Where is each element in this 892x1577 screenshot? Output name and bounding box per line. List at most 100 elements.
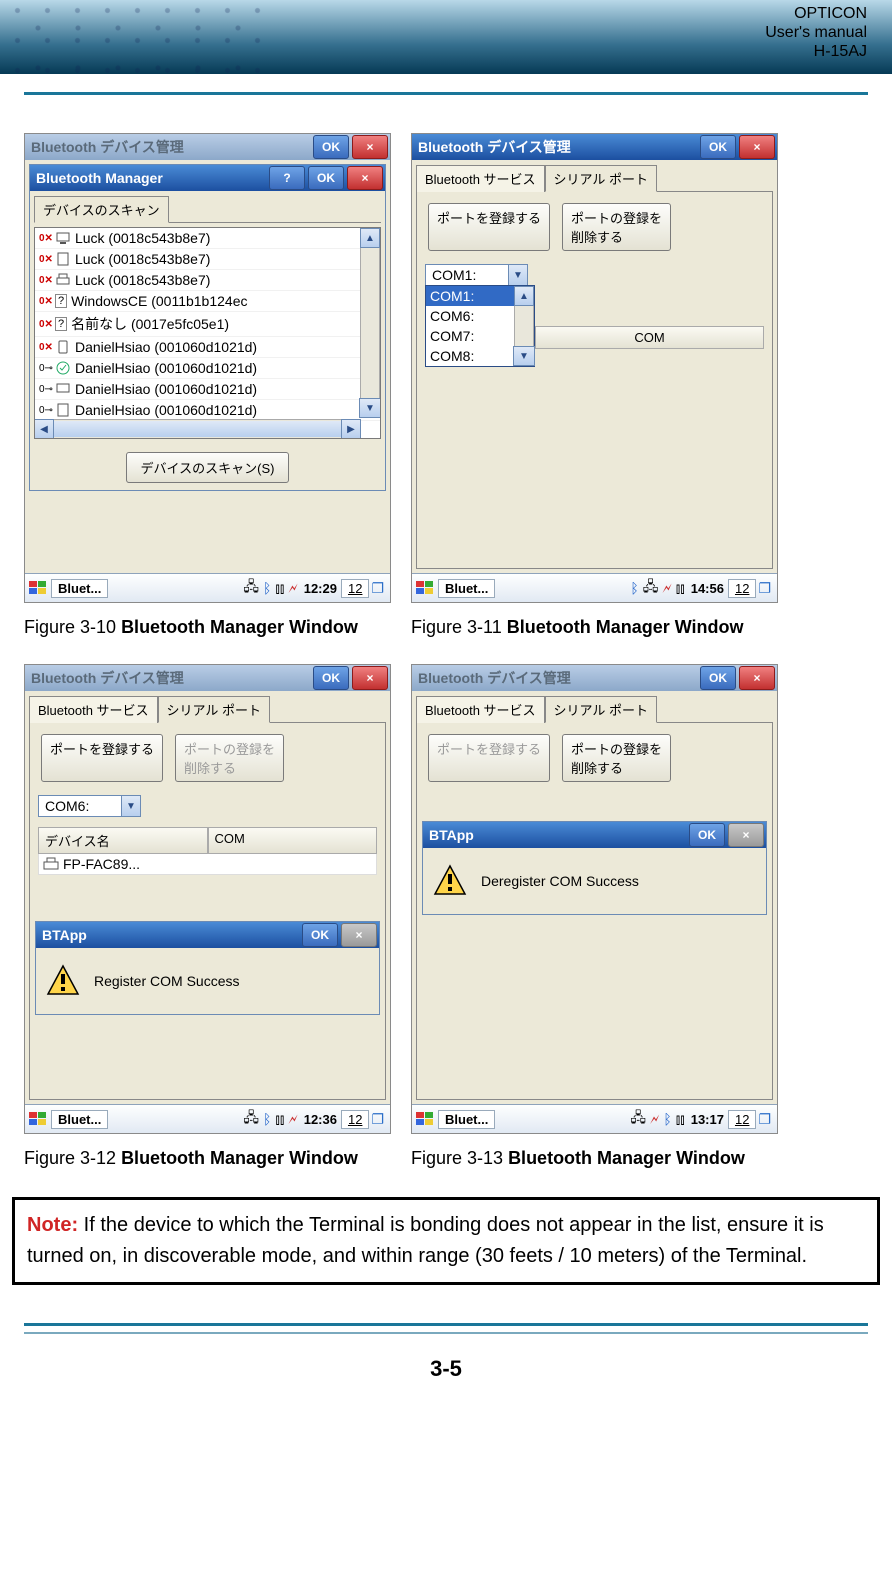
windows-flag-icon[interactable] bbox=[416, 1112, 434, 1126]
scroll-down-icon[interactable]: ▼ bbox=[359, 398, 381, 418]
desktop-icon[interactable]: ❐ bbox=[371, 1111, 384, 1128]
bluetooth-icon[interactable]: ᛒ bbox=[263, 1111, 271, 1127]
figure-3-10: Bluetooth デバイス管理 OK × Bluetooth Manager … bbox=[24, 133, 391, 603]
network-icon[interactable]: 🖧 bbox=[243, 576, 259, 600]
printer-icon bbox=[55, 272, 71, 288]
unregister-port-button[interactable]: ポートの登録を 削除する bbox=[562, 203, 671, 251]
battery-icon[interactable]: 🗲 bbox=[662, 580, 671, 597]
signal-icon[interactable]: ⫾⫾ bbox=[275, 580, 284, 597]
ok-button[interactable]: OK bbox=[313, 666, 349, 690]
taskbar: Bluet... 🖧 🗲 ᛒ ⫾⫾ 13:17 12 ❐ bbox=[412, 1104, 777, 1133]
unregister-port-button[interactable]: ポートの登録を 削除する bbox=[562, 734, 671, 782]
sip-button[interactable]: 12 bbox=[341, 1110, 369, 1129]
sip-button[interactable]: 12 bbox=[728, 1110, 756, 1129]
network-icon[interactable]: 🖧 bbox=[243, 1107, 259, 1131]
network-icon[interactable]: 🖧 bbox=[630, 1107, 646, 1131]
com-dropdown-list[interactable]: COM1: COM6: COM7: COM8: ▲ ▼ bbox=[425, 285, 535, 367]
btapp-dialog: BTApp OK × Register COM Success bbox=[35, 921, 380, 1015]
outer-titlebar: Bluetooth デバイス管理 OK × bbox=[25, 665, 390, 691]
pda-icon bbox=[55, 339, 71, 355]
warning-icon bbox=[433, 864, 467, 898]
close-button[interactable]: × bbox=[728, 823, 764, 847]
com-combobox[interactable]: COM6: ▼ bbox=[38, 795, 141, 817]
battery-icon[interactable]: 🗲 bbox=[288, 1111, 297, 1128]
windows-flag-icon[interactable] bbox=[416, 581, 434, 595]
vertical-scrollbar[interactable]: ▲ ▼ bbox=[360, 228, 380, 418]
clock[interactable]: 14:56 bbox=[691, 581, 724, 596]
tab-serial-port[interactable]: シリアル ポート bbox=[158, 696, 270, 723]
battery-icon[interactable]: 🗲 bbox=[288, 580, 297, 597]
sip-button[interactable]: 12 bbox=[728, 579, 756, 598]
scroll-up-icon[interactable]: ▲ bbox=[360, 228, 380, 248]
tab-serial-port[interactable]: シリアル ポート bbox=[545, 696, 657, 723]
device-list[interactable]: 0✕Luck (0018c543b8e7) 0✕Luck (0018c543b8… bbox=[34, 227, 381, 439]
ok-button[interactable]: OK bbox=[313, 135, 349, 159]
horizontal-scrollbar[interactable]: ◀ ▶ bbox=[35, 419, 360, 438]
figure-3-12: Bluetooth デバイス管理 OK × Bluetooth サービス シリア… bbox=[24, 664, 391, 1134]
close-button[interactable]: × bbox=[347, 166, 383, 190]
desktop-icon[interactable]: ❐ bbox=[758, 1111, 771, 1128]
list-item: 0⊸DanielHsiao (001060d1021d) bbox=[35, 379, 380, 400]
note-label: Note: bbox=[27, 1214, 78, 1236]
register-port-button: ポートを登録する bbox=[428, 734, 550, 782]
footer-rule bbox=[24, 1323, 868, 1334]
column-com: COM bbox=[535, 326, 764, 349]
windows-flag-icon[interactable] bbox=[29, 581, 47, 595]
outer-titlebar: Bluetooth デバイス管理 OK × bbox=[412, 665, 777, 691]
dialog-message: Register COM Success bbox=[94, 973, 239, 989]
clock[interactable]: 12:36 bbox=[304, 1112, 337, 1127]
signal-icon[interactable]: ⫾⫾ bbox=[676, 1111, 685, 1128]
list-item: 0⊸DanielHsiao (001060d1021d) bbox=[35, 400, 380, 421]
task-button[interactable]: Bluet... bbox=[51, 579, 108, 598]
dropdown-scrollbar[interactable]: ▲ ▼ bbox=[514, 286, 534, 366]
scan-button[interactable]: デバイスのスキャン(S) bbox=[126, 452, 290, 483]
header-text-block: OPTICON User's manual H-15AJ bbox=[765, 4, 867, 62]
page-header: OPTICON User's manual H-15AJ bbox=[0, 0, 892, 74]
register-port-button[interactable]: ポートを登録する bbox=[41, 734, 163, 782]
register-port-button[interactable]: ポートを登録する bbox=[428, 203, 550, 251]
desktop-icon[interactable]: ❐ bbox=[758, 580, 771, 597]
bluetooth-icon[interactable]: ᛒ bbox=[663, 1111, 671, 1127]
tab-bt-service[interactable]: Bluetooth サービス bbox=[416, 165, 545, 192]
ok-button[interactable]: OK bbox=[302, 923, 338, 947]
tab-bt-service[interactable]: Bluetooth サービス bbox=[416, 696, 545, 723]
sip-button[interactable]: 12 bbox=[341, 579, 369, 598]
clock[interactable]: 13:17 bbox=[691, 1112, 724, 1127]
dialog-titlebar: BTApp OK × bbox=[423, 822, 766, 848]
signal-icon[interactable]: ⫾⫾ bbox=[676, 580, 685, 597]
ok-button[interactable]: OK bbox=[689, 823, 725, 847]
note-box: Note: If the device to which the Termina… bbox=[12, 1197, 880, 1285]
task-button[interactable]: Bluet... bbox=[438, 1110, 495, 1129]
desktop-icon[interactable]: ❐ bbox=[371, 580, 384, 597]
battery-icon[interactable]: 🗲 bbox=[650, 1111, 659, 1128]
signal-icon[interactable]: ⫾⫾ bbox=[275, 1111, 284, 1128]
clock[interactable]: 12:29 bbox=[304, 581, 337, 596]
com-combobox[interactable]: COM1: ▼ bbox=[425, 264, 528, 286]
close-button[interactable]: × bbox=[352, 135, 388, 159]
header-decoration bbox=[10, 0, 270, 74]
file-icon bbox=[55, 251, 71, 267]
list-item: 0✕?名前なし (0017e5fc05e1) bbox=[35, 312, 380, 337]
task-button[interactable]: Bluet... bbox=[438, 579, 495, 598]
windows-flag-icon[interactable] bbox=[29, 1112, 47, 1126]
task-button[interactable]: Bluet... bbox=[51, 1110, 108, 1129]
bluetooth-icon[interactable]: ᛒ bbox=[630, 580, 638, 596]
help-button[interactable]: ? bbox=[269, 166, 305, 190]
tab-scan[interactable]: デバイスのスキャン bbox=[34, 196, 169, 223]
ok-button[interactable]: OK bbox=[700, 135, 736, 159]
chevron-down-icon[interactable]: ▼ bbox=[508, 265, 527, 285]
close-button[interactable]: × bbox=[739, 666, 775, 690]
bluetooth-icon[interactable]: ᛒ bbox=[263, 580, 271, 596]
taskbar: Bluet... ᛒ 🖧 🗲 ⫾⫾ 14:56 12 ❐ bbox=[412, 573, 777, 602]
list-item: 0⊸DanielHsiao (001060d1021d) bbox=[35, 358, 380, 379]
close-button[interactable]: × bbox=[341, 923, 377, 947]
ok-button[interactable]: OK bbox=[700, 666, 736, 690]
tab-bt-service[interactable]: Bluetooth サービス bbox=[29, 696, 158, 723]
ok-button[interactable]: OK bbox=[308, 166, 344, 190]
close-button[interactable]: × bbox=[739, 135, 775, 159]
chevron-down-icon[interactable]: ▼ bbox=[121, 796, 140, 816]
tab-serial-port[interactable]: シリアル ポート bbox=[545, 165, 657, 192]
network-icon[interactable]: 🖧 bbox=[643, 576, 659, 600]
dialog-title: BTApp bbox=[429, 827, 474, 843]
close-button[interactable]: × bbox=[352, 666, 388, 690]
